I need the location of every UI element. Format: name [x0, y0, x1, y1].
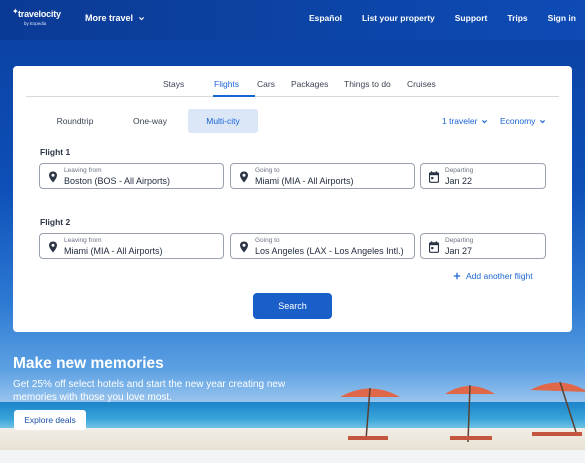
tab-things-to-do[interactable]: Things to do [344, 79, 391, 89]
list-property-link[interactable]: List your property [362, 13, 435, 23]
chevron-down-icon [482, 119, 488, 123]
multi-city-option[interactable]: Multi-city [188, 109, 258, 133]
cabin-class-value: Economy [500, 116, 536, 126]
cabin-class-dropdown[interactable]: Economy [500, 116, 546, 126]
location-pin-icon [240, 171, 248, 183]
departing-label: Departing [445, 237, 474, 244]
one-way-option[interactable]: One-way [117, 109, 183, 133]
roundtrip-option[interactable]: Roundtrip [40, 109, 110, 133]
leaving-from-label: Leaving from [64, 237, 102, 244]
more-travel-menu[interactable]: More travel [85, 13, 145, 23]
leaving-from-value: Miami (MIA - All Airports) [64, 246, 163, 256]
active-tab-indicator [213, 95, 255, 97]
calendar-icon [429, 171, 439, 183]
going-to-value: Miami (MIA - All Airports) [255, 176, 354, 186]
tab-flights[interactable]: Flights [214, 79, 239, 89]
calendar-icon [429, 241, 439, 253]
tab-cars[interactable]: Cars [257, 79, 275, 89]
going-to-label: Going to [255, 237, 280, 244]
support-link[interactable]: Support [455, 13, 488, 23]
flight-1-leaving-from-field[interactable]: Leaving from Boston (BOS - All Airports) [39, 163, 224, 189]
page-footer-strip [0, 450, 585, 463]
beach-umbrellas-image [340, 381, 585, 443]
leaving-from-label: Leaving from [64, 167, 102, 174]
chevron-down-icon [540, 119, 546, 123]
logo-subtext: by Expedia [24, 21, 47, 26]
flight-search-card: Stays Flights Cars Packages Things to do… [13, 66, 572, 332]
location-pin-icon [49, 241, 57, 253]
explore-deals-button[interactable]: Explore deals [14, 410, 86, 430]
going-to-label: Going to [255, 167, 280, 174]
plus-icon [453, 272, 461, 280]
add-another-flight-link[interactable]: Add another flight [453, 271, 533, 281]
search-button[interactable]: Search [253, 293, 332, 319]
location-pin-icon [240, 241, 248, 253]
top-navigation-bar: ✦ travelocity by Expedia More travel Esp… [0, 0, 585, 40]
flight-1-label: Flight 1 [40, 147, 71, 157]
flight-1-departing-field[interactable]: Departing Jan 22 [420, 163, 546, 189]
flight-1-going-to-field[interactable]: Going to Miami (MIA - All Airports) [230, 163, 415, 189]
location-pin-icon [49, 171, 57, 183]
logo-text: travelocity [18, 9, 61, 19]
header-links: Español List your property Support Trips… [309, 13, 576, 23]
departing-label: Departing [445, 167, 474, 174]
language-link[interactable]: Español [309, 13, 342, 23]
departing-value: Jan 22 [445, 176, 473, 186]
tab-packages[interactable]: Packages [291, 79, 328, 89]
travel-type-tabs: Stays Flights Cars Packages Things to do… [26, 66, 559, 97]
add-another-flight-label: Add another flight [466, 271, 533, 281]
promo-title: Make new memories [13, 355, 164, 372]
flight-2-leaving-from-field[interactable]: Leaving from Miami (MIA - All Airports) [39, 233, 224, 259]
going-to-value: Los Angeles (LAX - Los Angeles Intl.) [255, 246, 404, 256]
leaving-from-value: Boston (BOS - All Airports) [64, 176, 171, 186]
travelers-dropdown[interactable]: 1 traveler [442, 116, 488, 126]
flight-2-label: Flight 2 [40, 217, 71, 227]
travelocity-logo[interactable]: ✦ travelocity by Expedia [12, 7, 61, 31]
travelers-value: 1 traveler [442, 116, 478, 126]
departing-value: Jan 27 [445, 246, 473, 256]
trips-link[interactable]: Trips [507, 13, 527, 23]
flight-2-going-to-field[interactable]: Going to Los Angeles (LAX - Los Angeles … [230, 233, 415, 259]
sign-in-link[interactable]: Sign in [548, 13, 576, 23]
tab-stays[interactable]: Stays [163, 79, 184, 89]
flight-2-departing-field[interactable]: Departing Jan 27 [420, 233, 546, 259]
more-travel-label: More travel [85, 13, 134, 23]
promo-description: Get 25% off select hotels and start the … [13, 379, 286, 403]
chevron-down-icon [139, 16, 145, 20]
tab-cruises[interactable]: Cruises [407, 79, 436, 89]
